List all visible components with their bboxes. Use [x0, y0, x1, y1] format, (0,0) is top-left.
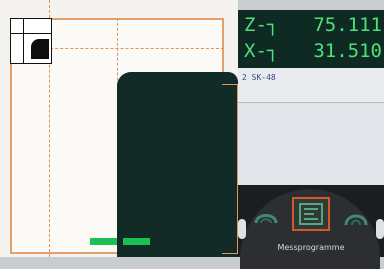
z-axis-label: Z-┐ [244, 14, 279, 36]
workpiece-contour [222, 84, 238, 254]
program-line-text: 2 SK-48 [242, 73, 276, 82]
scroll-left-button[interactable] [238, 219, 246, 239]
softkey-bar: Messprogramme [238, 185, 384, 269]
x-axis-label: X-┐ [244, 40, 279, 62]
simulation-view [0, 0, 238, 257]
overview-map[interactable] [10, 18, 52, 64]
program-area [238, 103, 384, 185]
progress-bar [90, 238, 150, 245]
overview-grid-line [11, 33, 51, 34]
x-coordinate-row: X-┐ 31.510 [242, 38, 384, 64]
overview-grid-line [23, 19, 24, 63]
cycle-right-icon[interactable] [342, 209, 370, 231]
program-line[interactable]: 2 SK-48 [238, 68, 384, 103]
control-panel: Z-┐ 75.111 X-┐ 31.510 2 SK-48 Messprogra… [238, 0, 384, 269]
progress-segment [90, 238, 117, 245]
z-axis-value: 75.111 [313, 14, 382, 36]
x-axis-value: 31.510 [313, 40, 382, 62]
z-coordinate-row: Z-┐ 75.111 [242, 12, 384, 38]
scroll-right-button[interactable] [376, 219, 384, 239]
coordinate-display: Z-┐ 75.111 X-┐ 31.510 [238, 10, 384, 68]
cycle-left-icon[interactable] [252, 209, 280, 231]
tool-position-marker [31, 39, 49, 59]
progress-segment [123, 238, 150, 245]
measuring-programs-button[interactable] [292, 197, 330, 231]
softkey-label: Messprogramme [277, 243, 345, 252]
measuring-icon [299, 203, 323, 225]
workpiece-shape [117, 72, 238, 257]
